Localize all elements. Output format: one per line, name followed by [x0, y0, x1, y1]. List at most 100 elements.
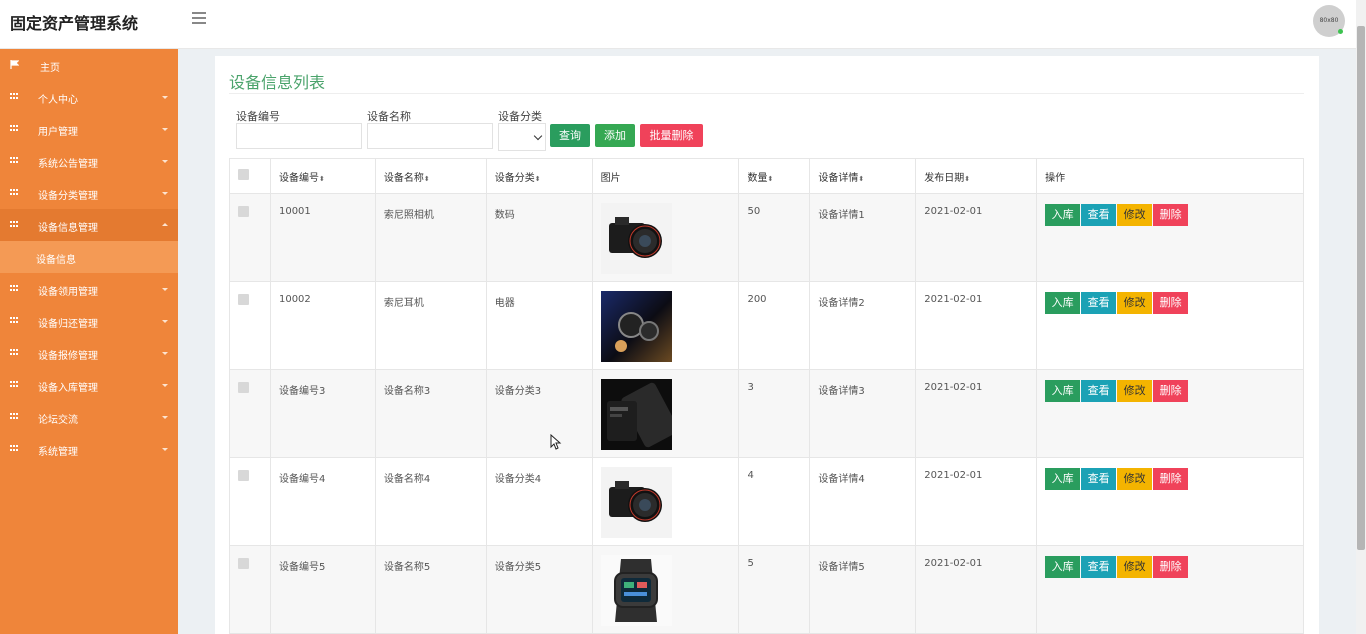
column-header[interactable]: 设备分类⬍	[485, 158, 593, 194]
row-checkbox[interactable]	[238, 558, 249, 569]
app-title: 固定资产管理系统	[10, 14, 139, 33]
column-header[interactable]: 设备名称⬍	[374, 158, 487, 194]
sidebar-item-users[interactable]: 用户管理	[0, 113, 178, 145]
sort-icon[interactable]: ⬍	[858, 175, 864, 183]
sort-icon[interactable]: ⬍	[964, 175, 970, 183]
flag-icon	[10, 60, 19, 69]
view-button[interactable]: 查看	[1081, 556, 1117, 578]
grid-icon	[10, 349, 19, 356]
sidebar-item-label: 论坛交流	[38, 415, 78, 426]
sidebar-item-profile[interactable]: 个人中心	[0, 81, 178, 113]
chevron-up-icon	[162, 223, 168, 226]
column-header[interactable]: 数量⬍	[738, 158, 811, 194]
sidebar-subitem-device-info[interactable]: 设备信息	[0, 241, 178, 273]
cell-date: 2021-02-01	[915, 193, 1038, 282]
stock-in-button[interactable]: 入库	[1045, 468, 1081, 490]
row-checkbox[interactable]	[238, 206, 249, 217]
sort-icon[interactable]: ⬍	[424, 175, 430, 183]
sidebar-item-forum[interactable]: 论坛交流	[0, 401, 178, 433]
table-row[interactable]: 10002 索尼耳机 电器 200 设备详情2 2021-02-01 入库 查看 修改 删除	[229, 281, 1304, 370]
sidebar-item-label: 设备领用管理	[38, 287, 98, 298]
code-filter-label: 设备编号	[236, 110, 280, 123]
stock-in-button[interactable]: 入库	[1045, 292, 1081, 314]
select-all-checkbox[interactable]	[238, 169, 249, 180]
cell-category: 数码	[485, 193, 593, 282]
sort-icon[interactable]: ⬍	[767, 175, 773, 183]
chevron-down-icon	[162, 128, 168, 131]
smartwatch-image	[600, 555, 672, 626]
batch-delete-button[interactable]: 批量删除	[640, 124, 703, 147]
table-row[interactable]: 设备编号5 设备名称5 设备分类5 5 设备详情5 2021-02-01 入库 查看 修改 删除	[229, 545, 1304, 634]
row-select-cell[interactable]	[229, 457, 271, 546]
sidebar-item-home[interactable]: 主页	[0, 49, 178, 81]
sidebar-item-device-return[interactable]: 设备归还管理	[0, 305, 178, 337]
cell-name: 设备名称4	[374, 457, 487, 546]
row-checkbox[interactable]	[238, 294, 249, 305]
cell-name: 设备名称5	[374, 545, 487, 634]
cell-code: 设备编号4	[269, 457, 376, 546]
cell-category: 电器	[485, 281, 593, 370]
device-image	[600, 379, 672, 450]
chevron-down-icon	[162, 96, 168, 99]
name-filter-input[interactable]	[367, 123, 493, 149]
grid-icon	[10, 125, 19, 132]
cell-code: 设备编号3	[269, 369, 376, 458]
chevron-down-icon	[162, 448, 168, 451]
grid-icon	[10, 413, 19, 420]
sidebar-item-device-category[interactable]: 设备分类管理	[0, 177, 178, 209]
cell-qty: 4	[738, 457, 811, 546]
row-checkbox[interactable]	[238, 382, 249, 393]
view-button[interactable]: 查看	[1081, 204, 1117, 226]
chevron-down-icon	[162, 320, 168, 323]
sidebar: 主页 个人中心 用户管理 系统公告管理 设备分类管理 设备信息管理 设备信息 设…	[0, 49, 178, 634]
column-header[interactable]: 设备详情⬍	[809, 158, 917, 194]
column-header[interactable]: 发布日期⬍	[915, 158, 1038, 194]
grid-icon	[10, 189, 19, 196]
sidebar-subitem-label: 设备信息	[36, 255, 76, 266]
table-row[interactable]: 设备编号3 设备名称3 设备分类3 3 设备详情3 2021-02-01 入库 查看 修改 删除	[229, 369, 1304, 458]
edit-button[interactable]: 修改	[1117, 468, 1153, 490]
menu-toggle-icon[interactable]	[192, 12, 206, 24]
cell-qty: 5	[738, 545, 811, 634]
stock-in-button[interactable]: 入库	[1045, 556, 1081, 578]
category-filter-select[interactable]	[498, 123, 546, 151]
stock-in-button[interactable]: 入库	[1045, 204, 1081, 226]
sidebar-item-device-claim[interactable]: 设备领用管理	[0, 273, 178, 305]
row-select-cell[interactable]	[229, 545, 271, 634]
stock-in-button[interactable]: 入库	[1045, 380, 1081, 402]
edit-button[interactable]: 修改	[1117, 292, 1153, 314]
view-button[interactable]: 查看	[1081, 292, 1117, 314]
sort-icon[interactable]: ⬍	[535, 175, 541, 183]
view-button[interactable]: 查看	[1081, 380, 1117, 402]
sidebar-item-device-stockin[interactable]: 设备入库管理	[0, 369, 178, 401]
delete-button[interactable]: 删除	[1153, 468, 1189, 490]
row-checkbox[interactable]	[238, 470, 249, 481]
code-filter-input[interactable]	[236, 123, 362, 149]
edit-button[interactable]: 修改	[1117, 204, 1153, 226]
delete-button[interactable]: 删除	[1153, 292, 1189, 314]
select-all-cell[interactable]	[229, 158, 271, 194]
edit-button[interactable]: 修改	[1117, 380, 1153, 402]
row-select-cell[interactable]	[229, 369, 271, 458]
row-select-cell[interactable]	[229, 193, 271, 282]
sidebar-item-label: 设备报修管理	[38, 351, 98, 362]
table-row[interactable]: 10001 索尼照相机 数码 50 设备详情1 2021-02-01 入库 查看 修改 删除	[229, 193, 1304, 282]
sidebar-item-announcements[interactable]: 系统公告管理	[0, 145, 178, 177]
sidebar-item-device-repair[interactable]: 设备报修管理	[0, 337, 178, 369]
table-row[interactable]: 设备编号4 设备名称4 设备分类4 4 设备详情4 2021-02-01 入库 查看 修改 删除	[229, 457, 1304, 546]
sidebar-item-system[interactable]: 系统管理	[0, 433, 178, 465]
column-header[interactable]: 设备编号⬍	[269, 158, 376, 194]
edit-button[interactable]: 修改	[1117, 556, 1153, 578]
row-select-cell[interactable]	[229, 281, 271, 370]
add-button[interactable]: 添加	[595, 124, 635, 147]
search-button[interactable]: 查询	[550, 124, 590, 147]
delete-button[interactable]: 删除	[1153, 204, 1189, 226]
view-button[interactable]: 查看	[1081, 468, 1117, 490]
mouse-cursor-icon	[550, 434, 562, 450]
sort-icon[interactable]: ⬍	[319, 175, 325, 183]
page-scrollbar-thumb[interactable]	[1357, 26, 1365, 550]
grid-icon	[10, 285, 19, 292]
sidebar-item-device-info[interactable]: 设备信息管理	[0, 209, 178, 241]
delete-button[interactable]: 删除	[1153, 380, 1189, 402]
delete-button[interactable]: 删除	[1153, 556, 1189, 578]
